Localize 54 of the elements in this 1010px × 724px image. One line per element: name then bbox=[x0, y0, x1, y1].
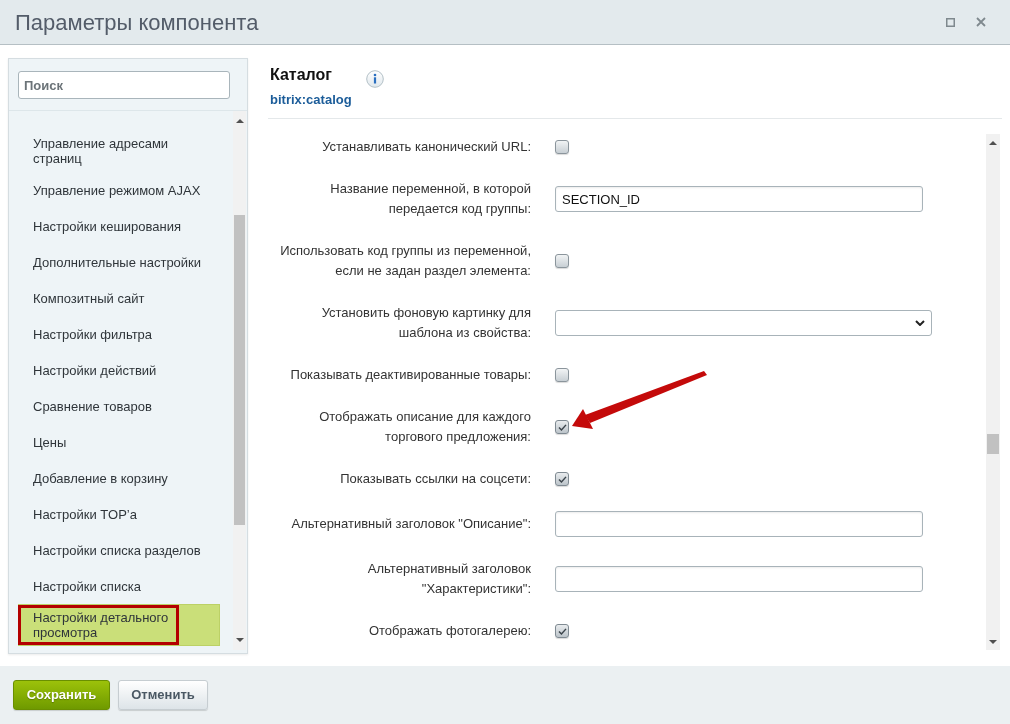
checkmark-icon bbox=[557, 475, 567, 483]
sidebar-item[interactable]: Цены bbox=[18, 424, 220, 460]
sidebar-item[interactable]: Композитный сайт bbox=[18, 280, 220, 316]
sidebar-item[interactable]: Настройки действий bbox=[18, 352, 220, 388]
sidebar-item[interactable]: Настройки списка разделов bbox=[18, 532, 220, 568]
close-icon bbox=[976, 17, 986, 27]
setting-label: Показывать деактивированные товары: bbox=[289, 366, 531, 384]
caret-up-icon[interactable] bbox=[989, 140, 997, 145]
text-field[interactable]: SECTION_ID bbox=[555, 186, 923, 212]
setting-label: Название переменной, в которой передается код группы: bbox=[329, 180, 531, 218]
checkbox[interactable] bbox=[555, 368, 569, 382]
checkbox[interactable] bbox=[555, 472, 569, 486]
window-title: Параметры компонента bbox=[15, 8, 259, 37]
setting-label: Отображать описание для каждого торгового предложения: bbox=[318, 408, 531, 446]
sidebar-item[interactable]: Дополнительные настройки bbox=[18, 244, 220, 280]
setting-label: Использовать код группы из переменной, если не задан раздел элемента: bbox=[279, 242, 531, 280]
caret-down-icon[interactable] bbox=[989, 639, 997, 644]
scrollbar-thumb[interactable] bbox=[987, 434, 999, 454]
sidebar-item[interactable]: Сравнение товаров bbox=[18, 388, 220, 424]
scrollbar-thumb[interactable] bbox=[234, 215, 245, 525]
select-field[interactable] bbox=[555, 310, 932, 336]
checkmark-icon bbox=[557, 627, 567, 635]
sidebar-item[interactable]: Настройки детального просмотра bbox=[18, 604, 220, 646]
text-field[interactable] bbox=[555, 566, 923, 592]
component-name: Каталог bbox=[270, 65, 332, 85]
sidebar-item[interactable]: Добавление в корзину bbox=[18, 460, 220, 496]
sidebar-item[interactable]: Настройки списка bbox=[18, 568, 220, 604]
text-field[interactable] bbox=[555, 511, 923, 537]
setting-label: Установить фоновую картинку для шаблона из свойства: bbox=[320, 304, 531, 342]
checkmark-icon bbox=[557, 423, 567, 431]
sidebar-item[interactable]: Управление адресами страниц bbox=[18, 130, 220, 172]
component-code: bitrix:catalog bbox=[270, 92, 352, 108]
chevron-down-icon bbox=[915, 320, 925, 326]
checkbox[interactable] bbox=[555, 254, 569, 268]
maximize-icon bbox=[946, 17, 955, 27]
setting-label: Альтернативный заголовок "Описание": bbox=[290, 515, 531, 533]
checkbox[interactable] bbox=[555, 624, 569, 638]
setting-label: Отображать фотогалерею: bbox=[367, 622, 531, 640]
sidebar-item[interactable]: Настройки кеширования bbox=[18, 208, 220, 244]
setting-label: Альтернативный заголовок "Характеристики": bbox=[366, 560, 531, 598]
sidebar-item[interactable]: Настройки TOP’а bbox=[18, 496, 220, 532]
setting-label: Устанавливать канонический URL: bbox=[321, 138, 531, 156]
sidebar-item[interactable]: Настройки фильтра bbox=[18, 316, 220, 352]
info-icon[interactable] bbox=[366, 70, 384, 88]
search-field[interactable]: Поиск bbox=[18, 71, 230, 99]
caret-up-icon[interactable] bbox=[235, 119, 244, 123]
maximize-button[interactable] bbox=[944, 15, 957, 29]
setting-label: Показывать ссылки на соцсети: bbox=[339, 470, 531, 488]
checkbox[interactable] bbox=[555, 420, 569, 434]
close-button[interactable] bbox=[974, 15, 988, 29]
cancel-button[interactable]: Отменить bbox=[118, 680, 208, 710]
checkbox[interactable] bbox=[555, 140, 569, 154]
caret-down-icon[interactable] bbox=[235, 638, 244, 642]
sidebar-item[interactable]: Управление режимом AJAX bbox=[18, 172, 220, 208]
